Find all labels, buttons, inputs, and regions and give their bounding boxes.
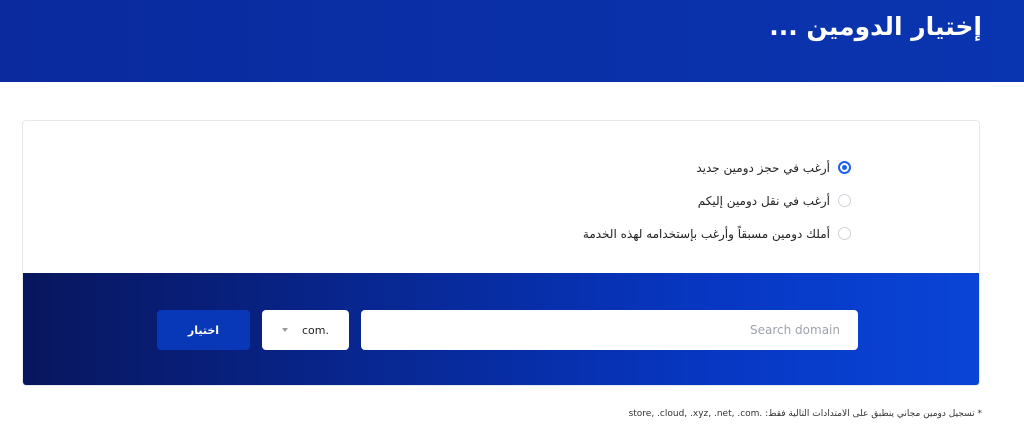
radio-option-transfer-domain[interactable]: أرغب في نقل دومين إليكم bbox=[151, 184, 851, 217]
domain-registration-note: * تسجيل دومين مجاني ينطبق على الامتدادات… bbox=[628, 409, 982, 419]
domain-option-group: أرغب في حجز دومين جديد أرغب في نقل دومين… bbox=[151, 151, 851, 250]
domain-selection-card: أرغب في حجز دومين جديد أرغب في نقل دومين… bbox=[22, 120, 980, 386]
page-header: إختيار الدومين ... bbox=[0, 0, 1024, 82]
radio-option-use-existing-domain[interactable]: أملك دومين مسبقاً وأرغب بإستخدامه لهذه ا… bbox=[151, 217, 851, 250]
domain-search-bar: com. اختيار bbox=[23, 273, 979, 385]
radio-unchecked-icon[interactable] bbox=[838, 194, 851, 207]
radio-option-register-new-domain[interactable]: أرغب في حجز دومين جديد bbox=[151, 151, 851, 184]
radio-option-label: أرغب في نقل دومين إليكم bbox=[697, 193, 830, 208]
radio-unchecked-icon[interactable] bbox=[838, 227, 851, 240]
domain-search-input[interactable] bbox=[361, 310, 858, 350]
chevron-down-icon bbox=[282, 328, 288, 332]
radio-option-label: أملك دومين مسبقاً وأرغب بإستخدامه لهذه ا… bbox=[582, 226, 830, 241]
page-title: إختيار الدومين ... bbox=[769, 12, 982, 41]
radio-checked-icon[interactable] bbox=[838, 161, 851, 174]
tld-selected-value: com. bbox=[302, 323, 329, 337]
tld-select[interactable]: com. bbox=[262, 310, 349, 350]
radio-option-label: أرغب في حجز دومين جديد bbox=[696, 160, 830, 175]
choose-button[interactable]: اختيار bbox=[157, 310, 250, 350]
